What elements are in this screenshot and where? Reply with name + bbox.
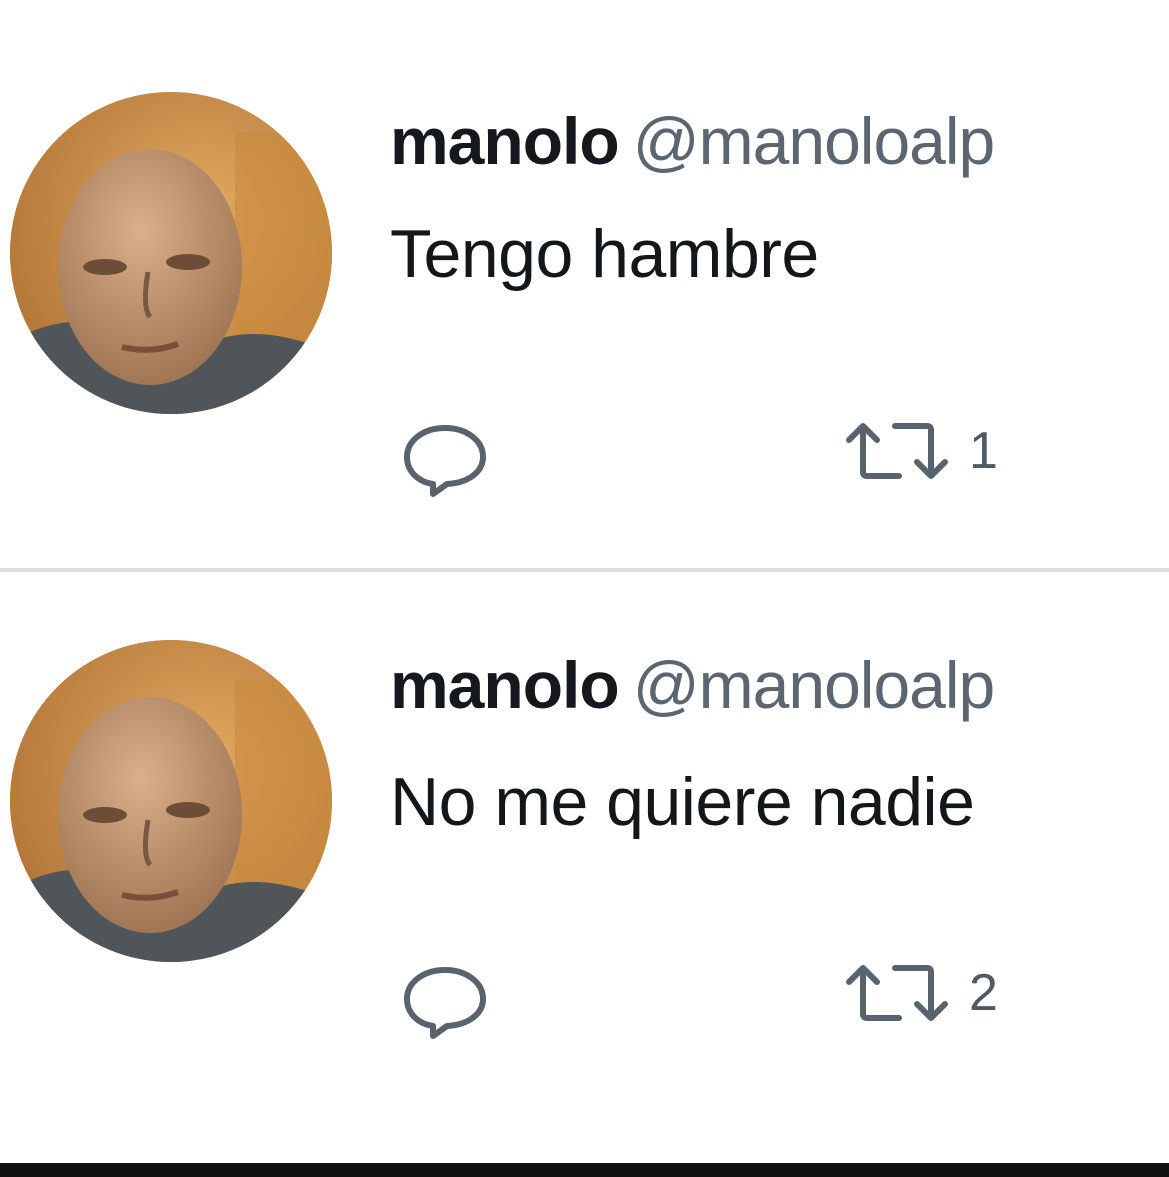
user-handle[interactable]: @manoloalp bbox=[633, 104, 996, 178]
display-name[interactable]: manolo bbox=[390, 648, 620, 722]
profile-photo-icon bbox=[10, 92, 332, 414]
tweet-text: No me quiere nadie bbox=[390, 764, 975, 840]
reply-button[interactable] bbox=[400, 420, 490, 498]
reply-button[interactable] bbox=[400, 962, 490, 1040]
display-name[interactable]: manolo bbox=[390, 104, 620, 178]
tweet-header: manolo @manoloalp bbox=[390, 108, 995, 174]
tweet-header: manolo @manoloalp bbox=[390, 652, 995, 718]
retweet-count: 1 bbox=[969, 422, 998, 480]
retweet-count: 2 bbox=[969, 964, 998, 1022]
tweet[interactable]: manolo @manoloalp No me quiere nadie 2 bbox=[0, 570, 1169, 1050]
tweet-text: Tengo hambre bbox=[390, 216, 819, 292]
retweet-button[interactable]: 1 bbox=[843, 420, 998, 482]
retweet-arrows-icon bbox=[846, 423, 948, 479]
tweet[interactable]: manolo @manoloalp Tengo hambre 1 bbox=[0, 0, 1169, 497]
bottom-bar bbox=[0, 1163, 1169, 1177]
retweet-arrows-icon bbox=[846, 965, 948, 1021]
avatar[interactable] bbox=[10, 92, 332, 414]
retweet-button[interactable]: 2 bbox=[843, 962, 998, 1024]
speech-bubble-icon bbox=[404, 967, 486, 1039]
speech-bubble-icon bbox=[404, 425, 486, 497]
avatar[interactable] bbox=[10, 640, 332, 962]
profile-photo-icon bbox=[10, 640, 332, 962]
user-handle[interactable]: @manoloalp bbox=[633, 648, 996, 722]
